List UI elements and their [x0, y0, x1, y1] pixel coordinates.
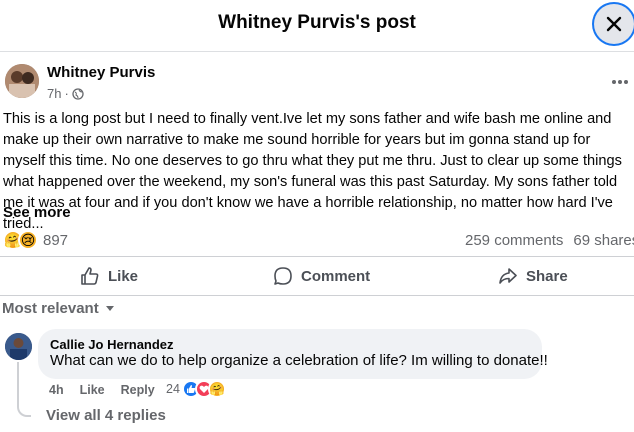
author-name[interactable]: Whitney Purvis [47, 64, 155, 81]
like-label: Like [108, 267, 139, 285]
reactions-summary[interactable]: 🤗 😢 897 [3, 230, 68, 250]
comment-reaction-count: 24 [166, 382, 180, 396]
shares-count[interactable]: 69 shares [573, 232, 634, 249]
comment-label: Comment [301, 267, 371, 285]
comment-reply-button[interactable]: Reply [121, 383, 155, 397]
author-avatar[interactable] [5, 64, 39, 98]
post-options-button[interactable] [610, 72, 630, 92]
comment-actions: 4h Like Reply [49, 383, 155, 397]
comment-text: What can we do to help organize a celebr… [50, 352, 548, 369]
comment-reactions[interactable]: 24 🤗 [166, 380, 226, 398]
close-button[interactable] [594, 4, 634, 44]
post-text: This is a long post but I need to finall… [3, 111, 622, 232]
divider [0, 295, 634, 296]
share-icon [499, 268, 517, 284]
comment-icon [274, 267, 292, 285]
comment-like-button[interactable]: Like [80, 383, 105, 397]
caret-down-icon [105, 305, 114, 311]
thumbs-up-icon [81, 267, 99, 285]
divider [0, 256, 634, 257]
close-icon [606, 16, 622, 32]
care-reaction-icon: 🤗 [207, 380, 226, 398]
sort-label: Most relevant [2, 300, 99, 317]
more-horizontal-icon [612, 80, 628, 84]
comment-sort-dropdown[interactable]: Most relevant [2, 300, 115, 317]
post-time[interactable]: 7h [47, 86, 61, 101]
engagement-counts: 259 comments 69 shares [465, 232, 634, 249]
reaction-count: 897 [43, 231, 69, 249]
reply-thread-line [17, 362, 31, 417]
post-meta: 7h · [47, 86, 84, 101]
commenter-name[interactable]: Callie Jo Hernandez [50, 337, 174, 352]
view-replies-link[interactable]: View all 4 replies [46, 407, 166, 424]
share-label: Share [526, 267, 568, 285]
commenter-avatar[interactable] [5, 333, 32, 360]
globe-icon [72, 87, 84, 100]
dialog-header: Whitney Purvis's post [0, 0, 634, 52]
dialog-title: Whitney Purvis's post [218, 12, 416, 33]
see-more-link[interactable]: See more [3, 204, 71, 221]
share-button[interactable]: Share [498, 265, 568, 287]
sad-reaction-icon: 😢 [18, 230, 38, 250]
meta-separator: · [64, 86, 69, 101]
comment-time[interactable]: 4h [49, 383, 64, 397]
comment-button[interactable]: Comment [273, 265, 370, 287]
like-button[interactable]: Like [80, 265, 138, 287]
comments-count[interactable]: 259 comments [465, 232, 563, 249]
